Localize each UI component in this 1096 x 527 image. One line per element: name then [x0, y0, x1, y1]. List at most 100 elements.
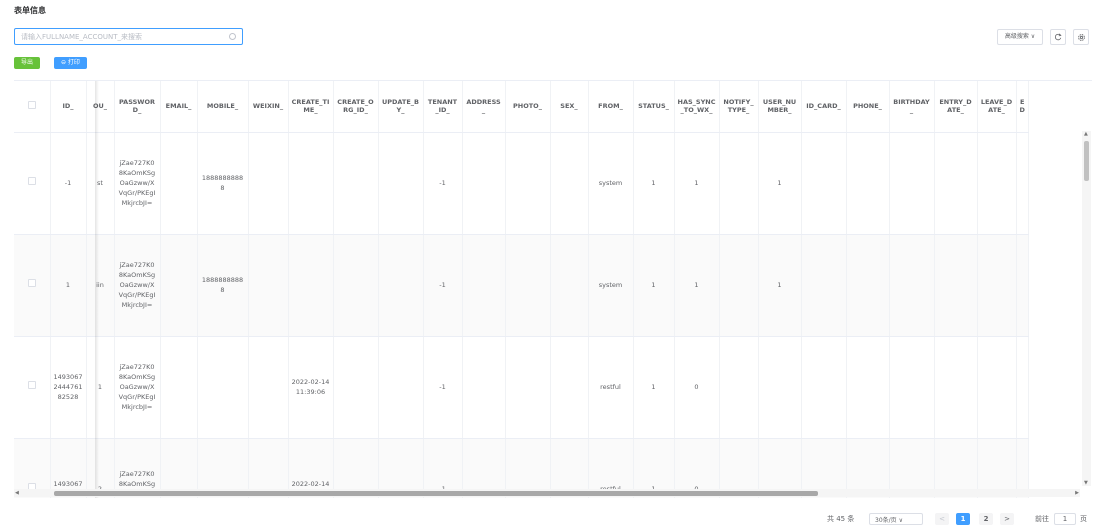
- table-cell: [758, 336, 802, 439]
- column-header[interactable]: ENTRY_DATE_: [934, 81, 978, 133]
- table-cell: [248, 336, 289, 439]
- table-cell: 1: [633, 336, 675, 439]
- scroll-right-icon[interactable]: ▶: [1075, 490, 1079, 496]
- column-header[interactable]: PHOTO_: [505, 81, 551, 133]
- table-cell: [378, 336, 424, 439]
- column-header[interactable]: MOBILE_: [197, 81, 249, 133]
- search-input[interactable]: [15, 29, 215, 44]
- table-cell: [846, 336, 890, 439]
- table-cell: [977, 336, 1017, 439]
- page-title: 表单信息: [14, 6, 46, 15]
- table-cell: [333, 234, 379, 337]
- scroll-down-icon[interactable]: ▼: [1084, 480, 1088, 486]
- column-header[interactable]: FROM_: [588, 81, 634, 133]
- table-cell: [934, 336, 978, 439]
- table-cell: system: [588, 234, 634, 337]
- row-checkbox[interactable]: [14, 132, 51, 235]
- page-unit-label: 页: [1080, 515, 1087, 523]
- column-header[interactable]: CREATE_TIME_: [288, 81, 334, 133]
- table-cell: [550, 336, 589, 439]
- table-cell: [846, 132, 890, 235]
- table-cell: 1: [758, 234, 802, 337]
- table-cell: [160, 336, 198, 439]
- row-checkbox[interactable]: [14, 336, 51, 439]
- column-header[interactable]: ID_CARD_: [801, 81, 847, 133]
- table-cell: 1: [674, 234, 720, 337]
- row-checkbox[interactable]: [14, 234, 51, 337]
- table-cell: 18888888888: [197, 234, 249, 337]
- refresh-button[interactable]: [1050, 29, 1066, 45]
- refresh-icon: [1054, 33, 1062, 41]
- table-row[interactable]: 1493067244476182528 1 jZae727K08KaOmKSgO…: [14, 336, 1029, 439]
- page-size-select[interactable]: 30条/页 ∨: [869, 513, 923, 525]
- page-button-2[interactable]: 2: [979, 513, 993, 525]
- column-header[interactable]: BIRTHDAY_: [889, 81, 935, 133]
- horizontal-scrollbar[interactable]: ◀ ▶: [14, 489, 1080, 497]
- column-header[interactable]: PASSWORD_: [114, 81, 161, 133]
- scroll-left-icon[interactable]: ◀: [15, 490, 19, 496]
- table-cell: [248, 234, 289, 337]
- column-header[interactable]: HAS_SYNC_TO_WX_: [674, 81, 720, 133]
- export-button[interactable]: 导出: [14, 57, 41, 69]
- clear-icon[interactable]: [229, 33, 236, 40]
- table-cell: -1: [423, 234, 463, 337]
- column-header[interactable]: LEAVE_DATE_: [977, 81, 1017, 133]
- pagination-total: 共 45 条: [827, 515, 855, 523]
- column-header[interactable]: EMAIL_: [160, 81, 198, 133]
- search-box[interactable]: [14, 28, 243, 45]
- table-row[interactable]: 1 iin jZae727K08KaOmKSgOaGzww/XVqGr/PKEg…: [14, 234, 1029, 337]
- column-header[interactable]: ID_: [50, 81, 87, 133]
- page-button-1[interactable]: 1: [956, 513, 970, 525]
- table-cell: [846, 234, 890, 337]
- column-header[interactable]: SEX_: [550, 81, 589, 133]
- column-header[interactable]: ADDRESS_: [462, 81, 506, 133]
- next-page-button[interactable]: >: [1000, 513, 1014, 525]
- scroll-up-icon[interactable]: ▲: [1084, 131, 1088, 137]
- table-cell: [288, 234, 334, 337]
- table-cell: [378, 132, 424, 235]
- column-header[interactable]: STATUS_: [633, 81, 675, 133]
- table-cell: 1: [674, 132, 720, 235]
- table-cell: [889, 132, 935, 235]
- table-cell: [1016, 234, 1029, 337]
- horizontal-scroll-thumb[interactable]: [54, 491, 818, 496]
- table-cell: 1: [758, 132, 802, 235]
- print-button[interactable]: ⊖ 打印: [54, 57, 87, 69]
- vertical-scrollbar[interactable]: ▲ ▼: [1082, 131, 1091, 486]
- vertical-scroll-thumb[interactable]: [1084, 141, 1089, 181]
- column-header[interactable]: PHONE_: [846, 81, 890, 133]
- column-header[interactable]: NOTIFY_TYPE_: [719, 81, 759, 133]
- table-cell: -1: [50, 132, 87, 235]
- column-header[interactable]: CREATE_ORG_ID_: [333, 81, 379, 133]
- table-cell: [462, 132, 506, 235]
- table-cell: [505, 132, 551, 235]
- table-cell: [462, 336, 506, 439]
- table-cell: jZae727K08KaOmKSgOaGzww/XVqGr/PKEgIMkjrc…: [114, 234, 161, 337]
- table-cell: [197, 336, 249, 439]
- table-cell: restful: [588, 336, 634, 439]
- table-cell: [977, 132, 1017, 235]
- column-header[interactable]: UPDATE_BY_: [378, 81, 424, 133]
- table-cell: [288, 132, 334, 235]
- table-cell: [1016, 132, 1029, 235]
- column-header[interactable]: ED: [1016, 81, 1029, 133]
- table-row[interactable]: -1 st jZae727K08KaOmKSgOaGzww/XVqGr/PKEg…: [14, 132, 1029, 235]
- goto-page-input[interactable]: 1: [1054, 513, 1076, 525]
- column-header[interactable]: TENANT_ID_: [423, 81, 463, 133]
- table-cell: [977, 234, 1017, 337]
- table-cell: [550, 234, 589, 337]
- table-cell: -1: [423, 336, 463, 439]
- table-cell: [801, 336, 847, 439]
- column-header[interactable]: USER_NUMBER_: [758, 81, 802, 133]
- advanced-search-button[interactable]: 高级搜索 ∨: [997, 29, 1043, 45]
- gear-icon: [1077, 33, 1085, 41]
- table-header-row: ID_ OU_ PASSWORD_ EMAIL_ MOBILE_ WEIXIN_…: [14, 81, 1029, 133]
- prev-page-button[interactable]: <: [935, 513, 949, 525]
- settings-button[interactable]: [1073, 29, 1089, 45]
- fixed-column-shadow: [95, 81, 99, 498]
- column-header[interactable]: OU_: [86, 81, 115, 133]
- select-all-checkbox[interactable]: [14, 81, 51, 133]
- table-cell: [462, 234, 506, 337]
- column-header[interactable]: WEIXIN_: [248, 81, 289, 133]
- table-cell: 18888888888: [197, 132, 249, 235]
